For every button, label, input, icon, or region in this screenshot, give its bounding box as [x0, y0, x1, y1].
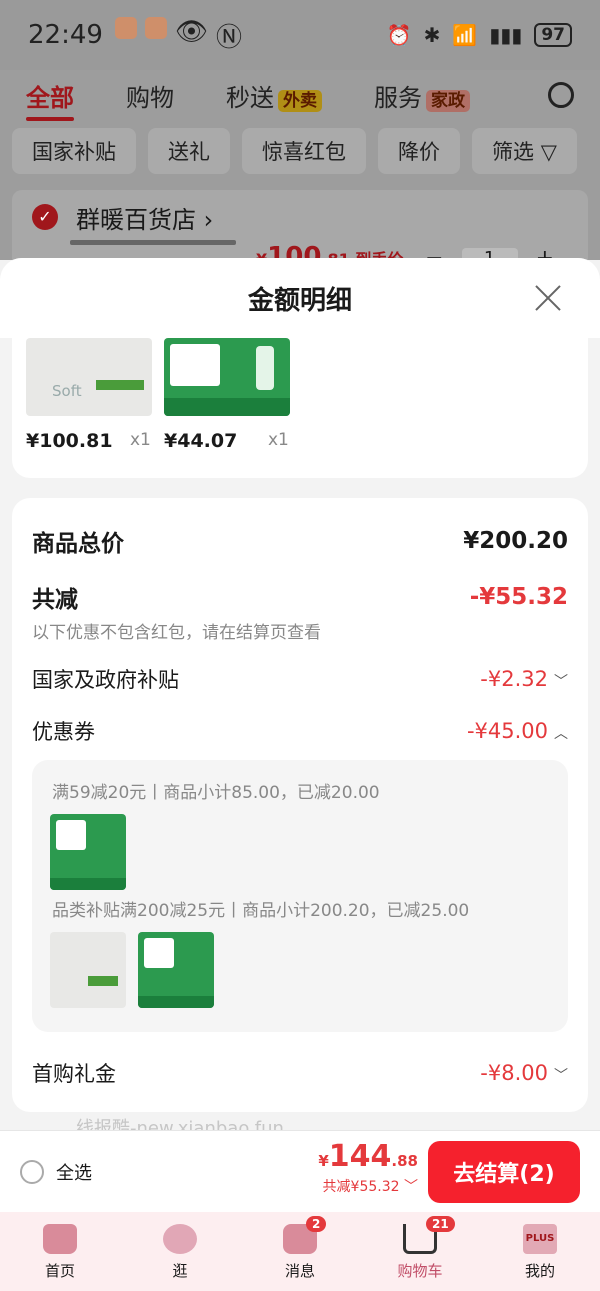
nfc-icon: Ⓝ [215, 22, 242, 53]
eye-icon: 👁 [174, 16, 208, 47]
sheet-header: 金额明细 [0, 258, 600, 338]
reduction-hint: 以下优惠不包含红包，请在结算页查看 [32, 623, 321, 643]
bottom-tabbar: 首页 逛 2 消息 21 购物车 PLUS 我的 [0, 1212, 600, 1291]
top-tabs: 全部 购物 秒送 外卖 服务 家政 [0, 70, 600, 121]
tab-label: 我的 [524, 1262, 555, 1280]
chip-filter[interactable]: 筛选 ▽ [472, 128, 577, 174]
chip-red-packet[interactable]: 惊喜红包 [242, 128, 366, 174]
tab-cart[interactable]: 21 购物车 [360, 1212, 480, 1291]
wifi-icon: 📶 [452, 23, 478, 47]
product-price: ¥44.07 [164, 430, 238, 452]
takeout-tag: 外卖 [278, 89, 322, 112]
gov-subsidy-value: -¥2.32 [480, 667, 548, 691]
tab-all[interactable]: 全部 [26, 78, 74, 121]
tab-label: 购物车 [397, 1262, 443, 1280]
housekeeping-tag: 家政 [426, 89, 470, 112]
tab-label: 逛 [172, 1262, 188, 1280]
app-notification-icon [144, 16, 167, 39]
coupon-product-image [50, 932, 126, 1008]
tab-label: 首页 [44, 1262, 75, 1280]
first-purchase-gift-row[interactable]: 首购礼金 -¥8.00 ﹀ [32, 1058, 568, 1088]
product-list: Soft ¥100.81 x1 ¥44.07 x1 [12, 338, 588, 478]
chevron-down-icon: ﹀ [554, 1068, 568, 1084]
gov-subsidy-label: 国家及政府补贴 [32, 668, 179, 692]
product-price: ¥100.81 [26, 430, 113, 452]
checkout-total: ¥144.88 共减¥55.32 ﹀ [318, 1139, 418, 1196]
shop-name[interactable]: 群暖百货店 › [76, 200, 213, 235]
message-badge: 2 [306, 1216, 327, 1232]
total-price-row: 商品总价 ¥200.20 [32, 524, 568, 558]
shop-divider [70, 240, 236, 245]
select-all-checkbox[interactable] [20, 1160, 44, 1184]
product-image-tissue[interactable]: Soft [26, 338, 152, 416]
total-price-label: 商品总价 [32, 531, 124, 557]
sheet-title: 金额明细 [247, 285, 352, 316]
alarm-icon: ⏰ [386, 23, 412, 47]
first-purchase-gift-label: 首购礼金 [32, 1062, 116, 1086]
cart-badge: 21 [426, 1216, 455, 1232]
chip-gift[interactable]: 送礼 [148, 128, 230, 174]
amount-breakdown: 商品总价 ¥200.20 共减 -¥55.32 以下优惠不包含红包，请在结算页查… [12, 498, 588, 1112]
total-reduction-row: 共减 -¥55.32 [32, 580, 568, 614]
product-image-lens-solution[interactable] [164, 338, 290, 416]
tab-label: 消息 [284, 1262, 315, 1280]
total-amount: ¥144.88 [318, 1139, 418, 1174]
first-purchase-gift-value: -¥8.00 [480, 1061, 548, 1085]
close-icon[interactable] [534, 284, 562, 312]
amount-detail-sheet: 金额明细 Soft ¥100.81 x1 ¥44.07 x1 商品总价 ¥200… [0, 258, 600, 1130]
chevron-down-icon: ﹀ [554, 674, 568, 690]
tab-mine[interactable]: PLUS 我的 [480, 1212, 600, 1291]
tab-messages[interactable]: 2 消息 [240, 1212, 360, 1291]
chevron-down-icon: ﹀ [404, 1179, 418, 1195]
tab-browse[interactable]: 逛 [120, 1212, 240, 1291]
shop-checkbox[interactable]: ✓ [32, 204, 58, 230]
coupon-line: 满59减20元丨商品小计85.00，已减20.00 [52, 783, 380, 803]
app-notification-icon [114, 16, 137, 39]
battery-icon: 97 [534, 23, 572, 47]
tab-shopping[interactable]: 购物 [126, 78, 174, 113]
coupon-label: 优惠券 [32, 720, 95, 744]
home-icon [43, 1224, 77, 1254]
chip-price-drop[interactable]: 降价 [378, 128, 460, 174]
status-time: 22:49 [28, 20, 103, 50]
product-qty: x1 [130, 430, 151, 450]
chevron-up-icon: ︿ [554, 726, 568, 742]
status-bar: 22:49 👁 Ⓝ ⏰ ✱ 📶 ▮▮▮ 97 [0, 0, 600, 70]
plus-member-icon: PLUS [523, 1224, 557, 1254]
coupon-line: 品类补贴满200减25元丨商品小计200.20，已减25.00 [52, 901, 470, 921]
coupon-row[interactable]: 优惠券 -¥45.00 ︿ [32, 716, 568, 746]
coupon-details: 满59减20元丨商品小计85.00，已减20.00 品类补贴满200减25元丨商… [32, 760, 568, 1032]
total-price-value: ¥200.20 [463, 528, 568, 554]
coupon-value: -¥45.00 [466, 719, 548, 743]
coupon-product-image [138, 932, 214, 1008]
chip-national-subsidy[interactable]: 国家补贴 [12, 128, 136, 174]
browse-icon [163, 1224, 197, 1254]
filter-chips: 国家补贴 送礼 惊喜红包 降价 筛选 ▽ [0, 120, 600, 182]
checkout-bar: 全选 ¥144.88 共减¥55.32 ﹀ 去结算(2) [0, 1130, 600, 1212]
total-discount[interactable]: 共减¥55.32 ﹀ [318, 1176, 418, 1196]
bluetooth-icon: ✱ [423, 23, 441, 47]
tab-home[interactable]: 首页 [0, 1212, 120, 1291]
checkout-button[interactable]: 去结算(2) [428, 1141, 580, 1203]
gov-subsidy-row[interactable]: 国家及政府补贴 -¥2.32 ﹀ [32, 664, 568, 694]
signal-icon: ▮▮▮ [489, 23, 523, 47]
filter-icon: ▽ [540, 140, 557, 164]
total-reduction-label: 共减 [32, 587, 78, 613]
search-icon[interactable] [548, 82, 574, 108]
cart-page-background: 全部 购物 秒送 外卖 服务 家政 国家补贴 送礼 惊喜红包 降价 筛选 ▽ ✓ 群… [0, 70, 600, 280]
tab-services[interactable]: 服务 家政 [374, 78, 470, 113]
total-reduction-value: -¥55.32 [469, 584, 568, 610]
product-qty: x1 [268, 430, 289, 450]
coupon-product-image [50, 814, 126, 890]
select-all-label: 全选 [56, 1163, 92, 1184]
tab-instant-delivery[interactable]: 秒送 外卖 [226, 78, 322, 113]
select-all[interactable]: 全选 [20, 1159, 92, 1185]
